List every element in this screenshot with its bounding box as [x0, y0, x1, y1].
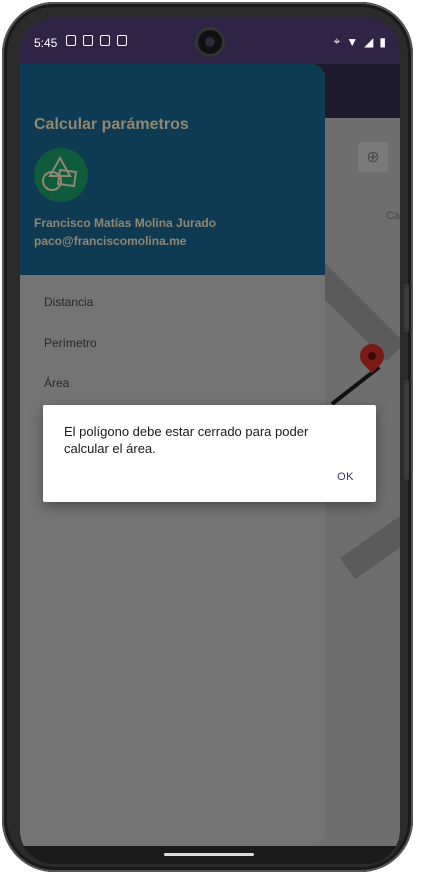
gesture-nav-handle[interactable] — [164, 853, 254, 856]
crosshair-icon: ⊕ — [366, 149, 380, 166]
drawer-item-perimetro[interactable]: Perímetro — [20, 323, 325, 364]
shield-play-icon — [83, 35, 93, 46]
dialog-message: El polígono debe estar cerrado para pode… — [64, 424, 309, 456]
app-logo-icon — [34, 148, 88, 202]
drawer-item-distancia[interactable]: Distancia — [20, 282, 325, 323]
ok-button[interactable]: OK — [337, 471, 354, 483]
notification-icons — [66, 35, 127, 46]
my-location-button[interactable]: ⊕ — [358, 142, 388, 172]
signal-icon: ◢ — [364, 34, 374, 49]
drawer-header: Calcular parámetros Francisco Matías Mol… — [20, 64, 325, 275]
image-icon — [117, 35, 127, 46]
drawer-menu: Distancia Perímetro Área — [20, 282, 325, 404]
front-camera — [198, 30, 222, 54]
drawer-item-label: Área — [44, 376, 70, 391]
map-road — [340, 512, 400, 580]
drawer-title: Calcular parámetros — [34, 116, 189, 133]
status-time: 5:45 — [34, 36, 58, 50]
battery-icon: ▮ — [379, 34, 386, 49]
shield-icon — [66, 35, 76, 46]
screen: 5:45 ⌖ ▼ ◢ ▮ Ca ⊕ Calcular parámetros Fr… — [20, 18, 400, 864]
user-name: Francisco Matías Molina Jurado — [34, 216, 217, 230]
drawer-item-area[interactable]: Área — [20, 363, 325, 404]
system-icons: ⌖ ▼ ◢ ▮ — [334, 34, 387, 49]
device-frame: 5:45 ⌖ ▼ ◢ ▮ Ca ⊕ Calcular parámetros Fr… — [2, 2, 413, 872]
power-button — [404, 380, 409, 480]
wifi-icon: ▼ — [346, 34, 359, 49]
drawer-item-label: Distancia — [44, 295, 94, 310]
volume-button — [404, 284, 409, 332]
status-bar: 5:45 ⌖ ▼ ◢ ▮ — [20, 18, 400, 64]
user-email: paco@franciscomolina.me — [34, 234, 187, 248]
alert-dialog: El polígono debe estar cerrado para pode… — [43, 405, 376, 502]
location-icon: ⌖ — [333, 34, 341, 48]
map-place-label: Ca — [385, 210, 400, 222]
sd-card-icon — [100, 35, 110, 46]
drawer-item-label: Perímetro — [44, 335, 97, 350]
